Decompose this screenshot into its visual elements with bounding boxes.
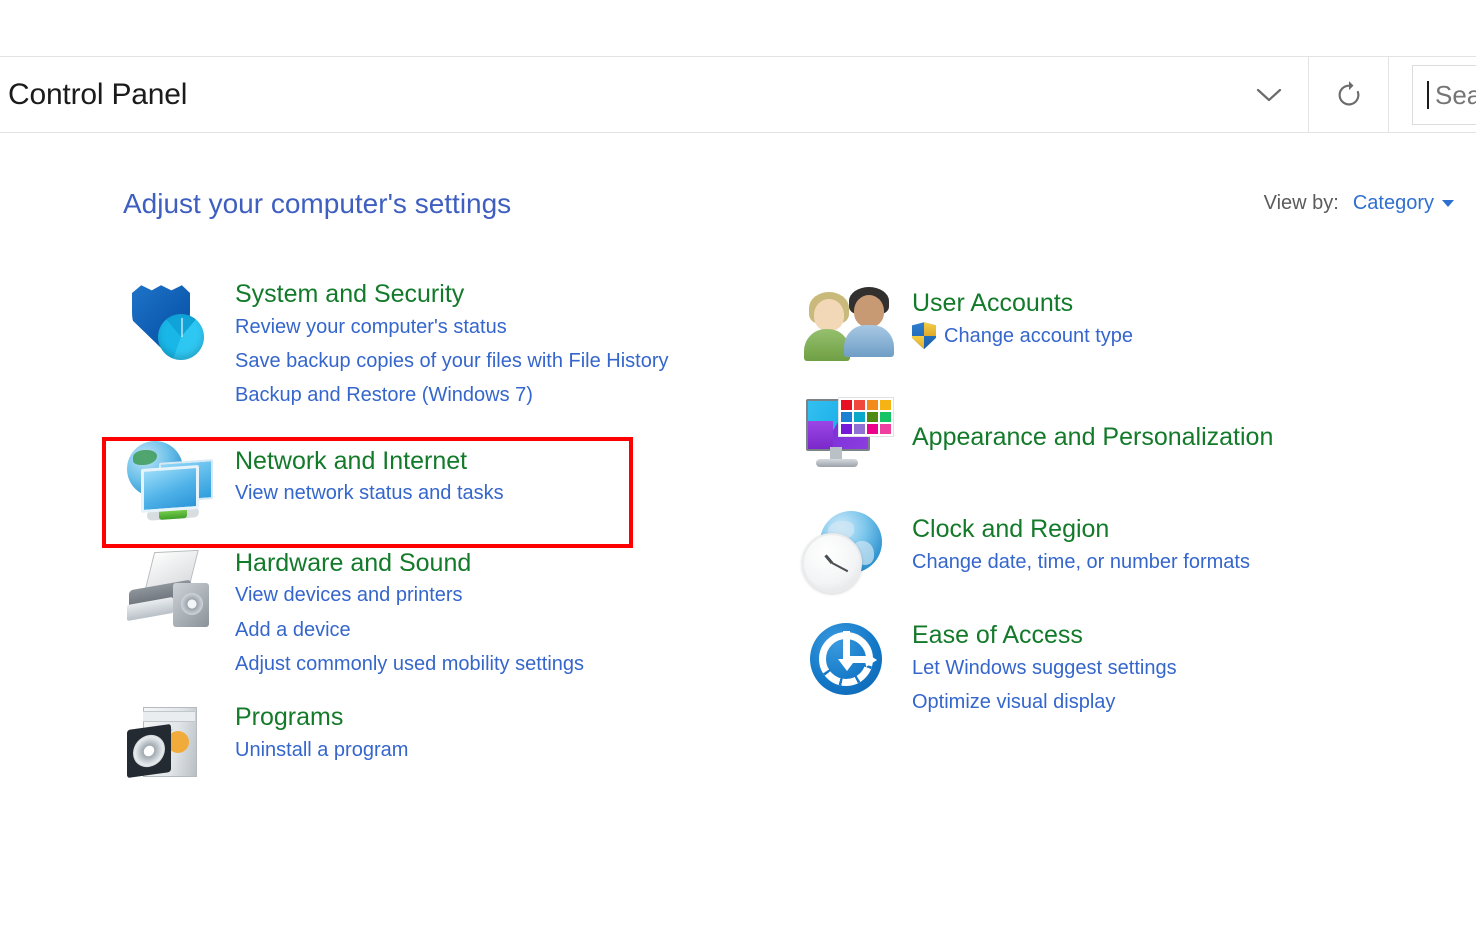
- category-network-and-internet[interactable]: Network and Internet View network status…: [123, 439, 783, 523]
- category-title[interactable]: Network and Internet: [235, 447, 504, 477]
- categories-right-column: User Accounts Change account type Appear…: [800, 285, 1440, 719]
- search-input[interactable]: [1435, 80, 1476, 111]
- page-title: Adjust your computer's settings: [123, 188, 511, 220]
- category-link[interactable]: Let Windows suggest settings: [912, 651, 1177, 685]
- category-user-accounts[interactable]: User Accounts Change account type: [800, 285, 1440, 363]
- category-ease-of-access[interactable]: Ease of Access Let Windows suggest setti…: [800, 619, 1440, 719]
- window-title: Control Panel: [8, 57, 187, 132]
- refresh-button[interactable]: [1309, 57, 1389, 132]
- category-hardware-and-sound[interactable]: Hardware and Sound View devices and prin…: [123, 549, 783, 682]
- programs-box-cd-icon: [123, 703, 219, 787]
- category-link[interactable]: View devices and printers: [235, 578, 584, 612]
- category-link[interactable]: Review your computer's status: [235, 310, 669, 344]
- triangle-down-icon: [1442, 200, 1454, 207]
- address-bar: Control Panel: [0, 56, 1476, 133]
- category-link[interactable]: Optimize visual display: [912, 685, 1177, 719]
- category-link[interactable]: Uninstall a program: [235, 733, 408, 767]
- chevron-down-icon: [1254, 86, 1284, 104]
- user-accounts-people-icon: [800, 285, 896, 363]
- category-appearance-and-personalization[interactable]: Appearance and Personalization: [800, 397, 1440, 477]
- category-link-label: Change account type: [944, 319, 1133, 353]
- category-title[interactable]: Programs: [235, 703, 408, 733]
- category-link[interactable]: Backup and Restore (Windows 7): [235, 378, 669, 412]
- view-by-value[interactable]: Category: [1353, 192, 1434, 215]
- category-system-and-security[interactable]: System and Security Review your computer…: [123, 280, 783, 413]
- category-link[interactable]: View network status and tasks: [235, 476, 504, 510]
- category-title[interactable]: User Accounts: [912, 289, 1133, 319]
- category-link-change-account-type[interactable]: Change account type: [912, 319, 1133, 353]
- category-link[interactable]: Adjust commonly used mobility settings: [235, 647, 584, 681]
- category-title[interactable]: Clock and Region: [912, 515, 1250, 545]
- uac-shield-icon: [912, 322, 936, 349]
- category-programs[interactable]: Programs Uninstall a program: [123, 703, 783, 787]
- category-link[interactable]: Add a device: [235, 613, 584, 647]
- appearance-monitor-palette-icon: [800, 397, 896, 477]
- category-clock-and-region[interactable]: Clock and Region Change date, time, or n…: [800, 509, 1440, 593]
- categories-left-column: System and Security Review your computer…: [123, 280, 783, 787]
- category-title[interactable]: Hardware and Sound: [235, 549, 584, 579]
- network-globe-monitors-icon: [123, 439, 219, 523]
- category-title[interactable]: Appearance and Personalization: [912, 423, 1273, 453]
- clock-region-globe-icon: [800, 509, 896, 593]
- shield-security-icon: [123, 280, 219, 364]
- search-box[interactable]: [1412, 65, 1476, 125]
- text-cursor: [1427, 81, 1429, 109]
- address-dropdown-button[interactable]: [1230, 57, 1308, 132]
- view-by-label: View by:: [1264, 192, 1339, 215]
- category-link[interactable]: Save backup copies of your files with Fi…: [235, 344, 669, 378]
- refresh-icon: [1334, 80, 1364, 110]
- category-link[interactable]: Change date, time, or number formats: [912, 545, 1250, 579]
- ease-of-access-icon: [800, 619, 896, 703]
- view-by-control[interactable]: View by: Category: [1264, 192, 1454, 215]
- printer-icon: [123, 549, 219, 633]
- category-title[interactable]: Ease of Access: [912, 621, 1177, 651]
- category-title[interactable]: System and Security: [235, 280, 669, 310]
- color-swatch-grid: [838, 397, 894, 437]
